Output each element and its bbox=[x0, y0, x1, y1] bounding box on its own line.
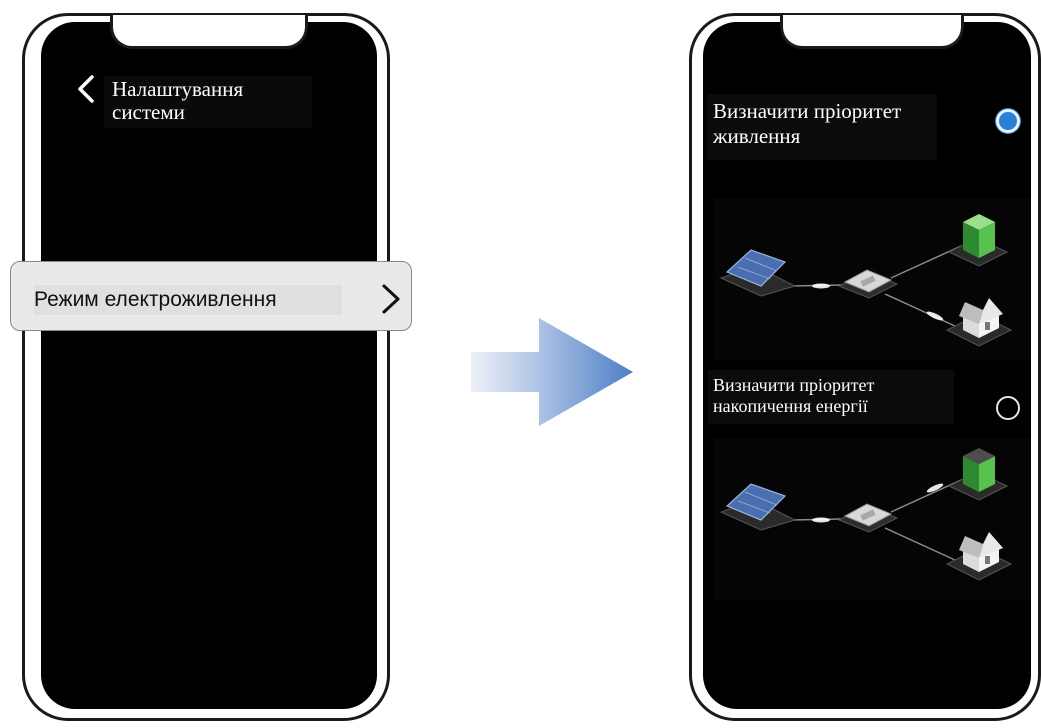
house-icon bbox=[945, 298, 1013, 347]
arrow-right-icon bbox=[471, 318, 633, 426]
right-phone-notch bbox=[780, 15, 964, 49]
house-icon bbox=[945, 532, 1013, 581]
option1-radio-selected[interactable] bbox=[996, 109, 1020, 133]
inverter-icon bbox=[837, 269, 899, 299]
option2-label: Визначити пріоритет накопичення енергії bbox=[713, 375, 875, 416]
solar-panel-icon bbox=[719, 483, 797, 531]
solar-panel-icon bbox=[719, 249, 797, 297]
left-phone-notch bbox=[110, 15, 308, 49]
option1-label: Визначити пріоритет живлення bbox=[713, 99, 902, 148]
power-priority-diagram bbox=[713, 198, 1031, 360]
chevron-left-icon[interactable] bbox=[74, 74, 98, 104]
menu-item-label: Режим електроживлення bbox=[34, 288, 277, 311]
inverter-icon bbox=[837, 503, 899, 533]
option2-radio-unselected[interactable] bbox=[996, 396, 1020, 420]
chevron-right-icon[interactable] bbox=[378, 281, 404, 317]
battery-icon bbox=[947, 214, 1009, 267]
battery-icon bbox=[947, 448, 1009, 501]
page-title: Налаштування системи bbox=[112, 77, 244, 124]
storage-priority-diagram bbox=[713, 438, 1031, 600]
